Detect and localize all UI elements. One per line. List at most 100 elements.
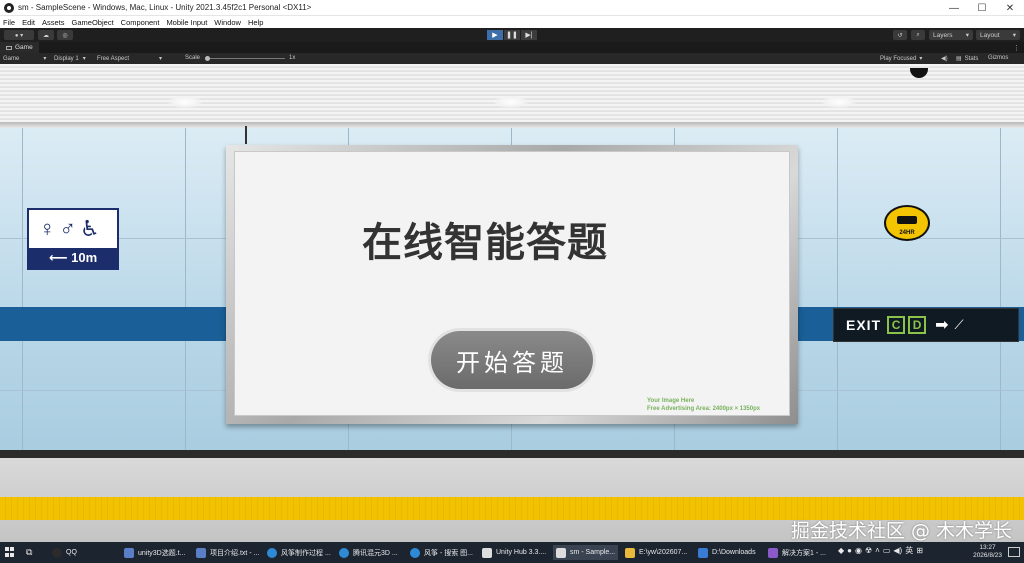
qq-icon xyxy=(52,547,62,558)
edge-browser-icon xyxy=(267,547,277,558)
notepad-icon xyxy=(196,547,206,558)
edge-browser-icon xyxy=(410,547,420,558)
tray-app-icon[interactable]: ◆ xyxy=(838,546,844,555)
gizmos-button[interactable]: Gizmos xyxy=(988,55,1008,61)
game-view-icon xyxy=(6,45,12,50)
ceiling xyxy=(0,64,1024,126)
scale-slider-handle[interactable] xyxy=(205,56,210,61)
folder-icon xyxy=(625,547,635,558)
game-view[interactable]: ♀ ♂ ♿ ⟵ 10m 24HR EXIT C D ➡ ⟋ 在线智能答题 开始答… xyxy=(0,64,1024,542)
menu-edit[interactable]: Edit xyxy=(22,18,35,27)
taskbar-app-notepad-1[interactable]: unity3D选题.t... xyxy=(124,545,185,560)
tray-app-icon[interactable]: ◉ xyxy=(855,546,862,555)
taskbar-app-edge-1[interactable]: 风筝制作过程 ... xyxy=(267,545,331,560)
taskbar-app-label: 解决方案1 - ... xyxy=(782,549,826,557)
account-button[interactable]: ● ▾ xyxy=(4,30,34,40)
download-icon xyxy=(698,547,708,558)
taskbar-app-edge-3[interactable]: 风筝 - 搜索 图... xyxy=(410,545,473,560)
taskbar-app-unity-editor[interactable]: sm - Sample... xyxy=(553,545,619,560)
ceiling-light xyxy=(822,96,856,108)
close-button[interactable]: ✕ xyxy=(996,0,1024,16)
layers-dropdown[interactable]: Layers ▾ xyxy=(929,30,973,40)
clock-time: 13:27 xyxy=(979,544,996,551)
tab-menu-icon[interactable]: ⋮ xyxy=(1013,44,1020,52)
stats-icon: ▤ xyxy=(956,56,962,62)
menu-component[interactable]: Component xyxy=(121,18,160,27)
speaker-icon: ◀) xyxy=(941,56,948,62)
scale-label: Scale xyxy=(185,55,201,61)
minimize-button[interactable]: — xyxy=(940,0,968,16)
scale-value: 1x xyxy=(289,55,296,61)
chevron-up-icon[interactable]: ˄ xyxy=(875,546,880,555)
ceiling-light xyxy=(168,96,202,108)
stats-label: Stats xyxy=(964,55,979,62)
taskbar-app-visual-studio[interactable]: 解决方案1 - ... xyxy=(768,545,826,560)
menu-mobile-input[interactable]: Mobile Input xyxy=(166,18,207,27)
collab-button[interactable]: ◎ xyxy=(57,30,73,40)
start-quiz-button[interactable]: 开始答题 xyxy=(428,328,596,392)
layers-label: Layers xyxy=(933,31,953,39)
taskbar-app-edge-2[interactable]: 腾讯混元3D ... xyxy=(339,545,398,560)
taskbar-app-downloads[interactable]: D:\Downloads xyxy=(698,545,756,560)
ad-line-1: Your Image Here xyxy=(647,398,695,404)
volume-icon[interactable]: ◀) xyxy=(893,546,902,555)
ceiling-light xyxy=(494,96,528,108)
play-button[interactable]: ▶ xyxy=(487,30,503,40)
task-view-icon: ⧉ xyxy=(26,547,33,557)
taskbar-clock[interactable]: 13:27 2026/8/23 xyxy=(973,544,1002,560)
exit-sign: EXIT C D ➡ ⟋ xyxy=(833,308,1019,342)
tab-game-label: Game xyxy=(15,44,33,51)
taskbar-app-explorer-e[interactable]: E:\yw\202607... xyxy=(625,545,687,560)
tray-app-icon[interactable]: ☢ xyxy=(865,546,872,555)
chevron-down-icon: ▾ xyxy=(82,56,86,62)
windows-start-button[interactable] xyxy=(5,547,15,557)
history-button[interactable]: ↺ xyxy=(893,30,907,40)
billboard-hanger xyxy=(245,126,247,144)
step-button[interactable]: ▶| xyxy=(521,30,537,40)
escalator-icon: ⟋ xyxy=(954,317,964,332)
aspect-dropdown[interactable]: Free Aspect ▾ xyxy=(97,55,162,63)
pause-button[interactable]: ❚❚ xyxy=(504,30,520,40)
display-dropdown[interactable]: Display 1 ▾ xyxy=(54,55,86,63)
visual-studio-icon xyxy=(768,547,778,558)
notification-center-icon[interactable] xyxy=(1008,547,1020,557)
exit-c-box: C xyxy=(887,316,906,334)
cloud-button[interactable]: ☁ xyxy=(38,30,54,40)
chevron-down-icon: ▾ xyxy=(1012,32,1016,39)
task-view-button[interactable]: ⧉ xyxy=(26,545,32,560)
history-icon: ↺ xyxy=(897,32,903,39)
billboard-panel: 在线智能答题 开始答题 Your Image Here Free Adverti… xyxy=(234,151,790,416)
menu-file[interactable]: File xyxy=(3,18,15,27)
menu-help[interactable]: Help xyxy=(248,18,263,27)
stats-button[interactable]: ▤ Stats xyxy=(956,55,979,63)
layout-dropdown[interactable]: Layout ▾ xyxy=(976,30,1020,40)
layout-label: Layout xyxy=(980,31,1000,39)
keyboard-icon[interactable]: ⊞ xyxy=(916,546,923,555)
menu-window[interactable]: Window xyxy=(214,18,241,27)
account-icon: ● ▾ xyxy=(14,32,24,39)
view-mode-dropdown[interactable]: Game ▾ xyxy=(3,55,46,63)
taskbar-app-label: E:\yw\202607... xyxy=(639,549,688,556)
ime-indicator[interactable]: 英 xyxy=(905,545,913,556)
clock-date: 2026/8/23 xyxy=(973,552,1002,559)
taskbar-app-unity-hub[interactable]: Unity Hub 3.3.... xyxy=(482,545,546,560)
mute-audio-button[interactable]: ◀) xyxy=(941,55,948,62)
taskbar-app-label: sm - Sample... xyxy=(570,549,616,556)
taskbar-app-label: 腾讯混元3D ... xyxy=(353,549,398,557)
wall-seam xyxy=(837,128,838,450)
notepad-icon xyxy=(124,547,134,558)
tray-app-icon[interactable]: ● xyxy=(847,546,852,555)
tab-game[interactable]: Game xyxy=(0,42,39,53)
exit-d-box: D xyxy=(908,316,927,334)
network-icon[interactable]: ▭ xyxy=(883,546,891,555)
menu-gameobject[interactable]: GameObject xyxy=(72,18,114,27)
search-icon: ⌕ xyxy=(916,31,920,38)
play-focused-dropdown[interactable]: Play Focused ▾ xyxy=(880,55,922,63)
scale-slider-track[interactable] xyxy=(207,58,285,59)
taskbar-app-qq[interactable]: QQ xyxy=(52,545,77,560)
play-focused-label: Play Focused xyxy=(880,55,917,62)
taskbar-app-notepad-2[interactable]: 项目介绍.txt - ... xyxy=(196,545,259,560)
search-button[interactable]: ⌕ xyxy=(911,30,925,40)
maximize-button[interactable]: ☐ xyxy=(968,0,996,16)
menu-assets[interactable]: Assets xyxy=(42,18,65,27)
